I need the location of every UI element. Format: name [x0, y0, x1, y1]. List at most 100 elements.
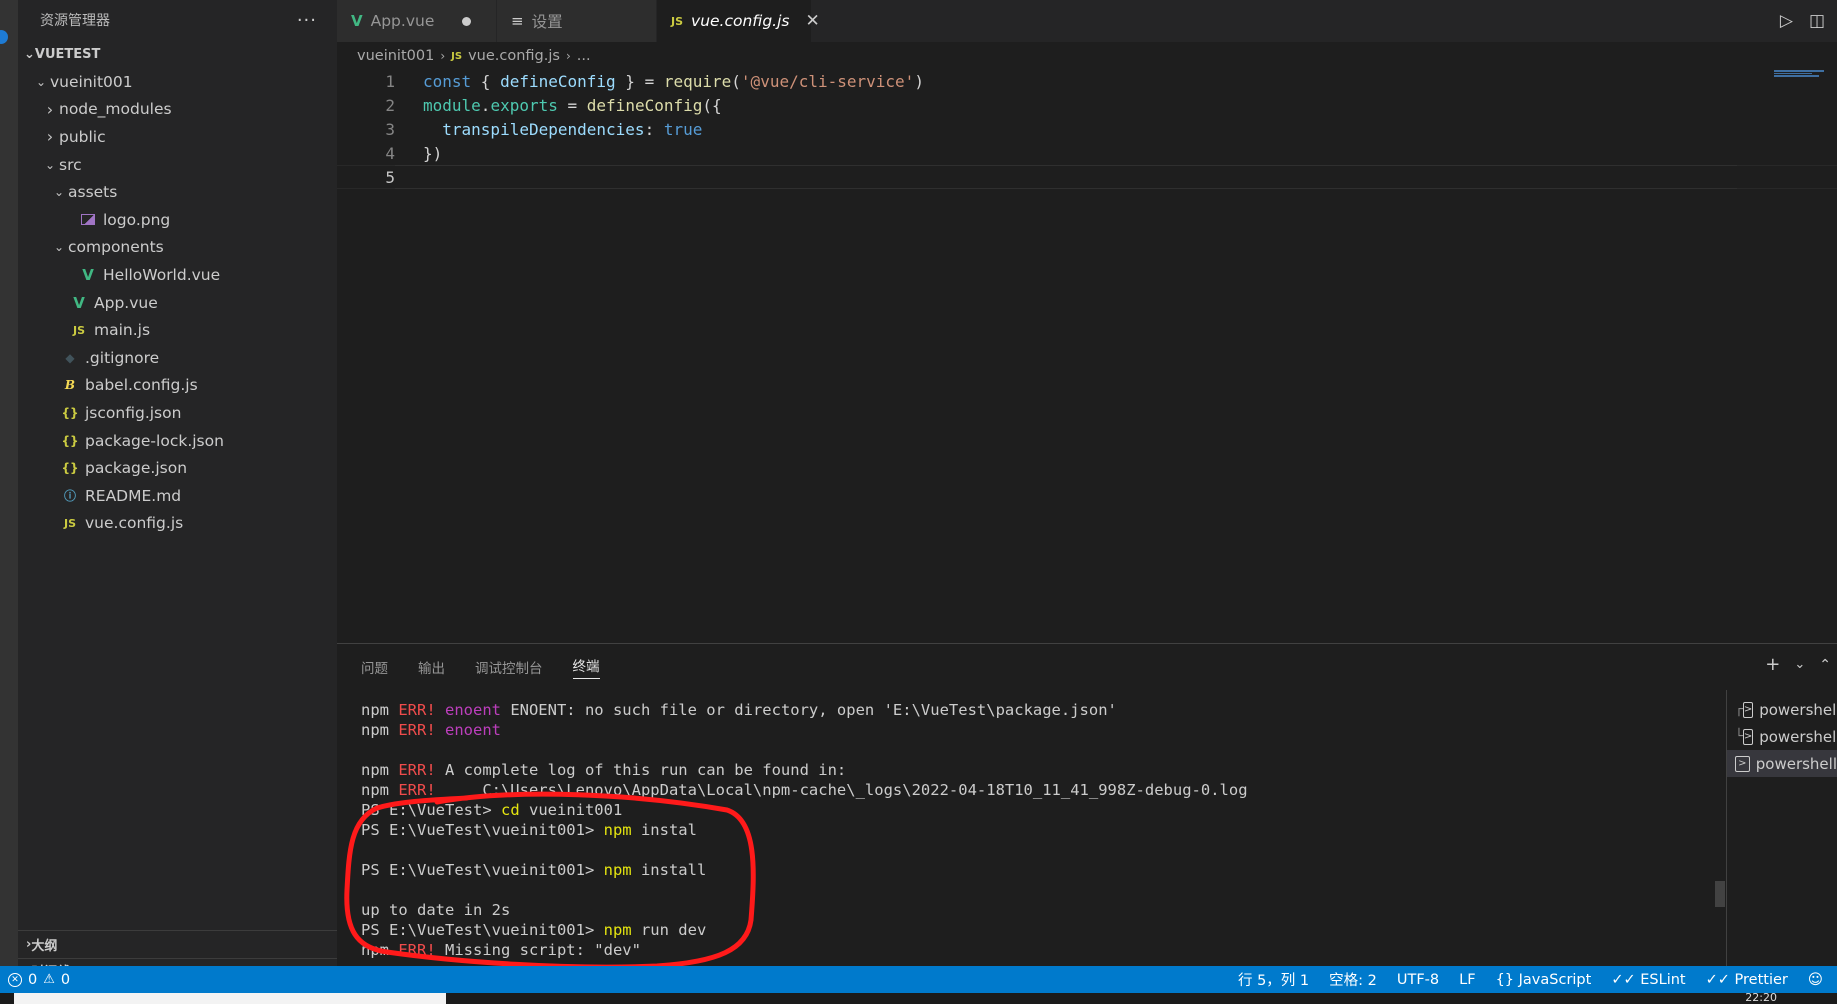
terminal-line: up to date in 2s [361, 901, 511, 919]
terminal-line: npm ERR! Missing script: "dev" [361, 941, 641, 959]
breadcrumb-folder[interactable]: vueinit001 [357, 48, 434, 64]
terminal-scrollbar[interactable] [1715, 881, 1725, 907]
cursor-position[interactable]: 行 5，列 1 [1238, 969, 1309, 990]
indentation[interactable]: 空格: 2 [1329, 969, 1377, 990]
unsaved-dot-icon[interactable] [462, 16, 472, 26]
tree-item[interactable]: V App.vue [18, 289, 337, 317]
chevron-right-icon: › [565, 49, 571, 63]
eslint-status[interactable]: ✓✓ ESLint [1611, 972, 1685, 988]
tree-item-label: logo.png [103, 210, 171, 229]
tree-item[interactable]: {} package-lock.json [18, 427, 337, 455]
tab-output[interactable]: 输出 [418, 657, 445, 677]
tree-item[interactable]: ⌄ components [18, 234, 337, 262]
breadcrumb-symbol[interactable]: ... [577, 48, 591, 64]
encoding[interactable]: UTF-8 [1397, 972, 1439, 988]
os-taskbar: 22:20 [0, 991, 1837, 1004]
chevron-down-icon[interactable]: ⌄ [1794, 657, 1805, 672]
tree-item[interactable]: Bbabel.config.js [18, 372, 337, 400]
tree-item-label: package-lock.json [85, 431, 224, 450]
tree-item[interactable]: › public [18, 123, 337, 151]
tab-label: 设置 [531, 13, 563, 31]
new-terminal-icon[interactable]: + [1765, 654, 1780, 675]
tree-item[interactable]: ⌄ src [18, 151, 337, 179]
split-editor-icon[interactable]: ◫ [1809, 11, 1825, 31]
code-text [395, 165, 1737, 189]
timeline-section[interactable]: › 时间线 [18, 958, 337, 980]
taskbar-clock: 22:20 [1745, 991, 1777, 1004]
tree-item[interactable]: {} jsconfig.json [18, 399, 337, 427]
more-actions-icon[interactable]: ··· [297, 10, 317, 31]
tree-item[interactable]: logo.png [18, 206, 337, 234]
terminal-instance[interactable]: └ > powershell [1727, 723, 1837, 750]
close-icon[interactable]: ✕ [805, 11, 819, 31]
tree-item-label: package.json [85, 459, 188, 478]
run-icon[interactable]: ▷ [1780, 11, 1793, 31]
tab-debug-console[interactable]: 调试控制台 [475, 657, 543, 677]
explorer-sidebar: 资源管理器 ··· ⌄ VUETEST ⌄ vueinit001 › node_mod… [18, 0, 337, 980]
editor-actions: ▷ ◫ [1780, 0, 1825, 42]
babel-file-icon: B [64, 378, 76, 393]
terminal-line: PS E:\VueTest\vueinit001> npm instal [361, 821, 697, 839]
terminal-instance[interactable]: ┌ > powershell [1727, 696, 1837, 723]
workspace-root[interactable]: ⌄ VUETEST [18, 40, 337, 68]
code-text: transpileDependencies: true [423, 119, 703, 139]
chevron-down-icon: ⌄ [35, 74, 47, 89]
line-number: 4 [385, 143, 395, 163]
tree-item[interactable]: JS main.js [18, 316, 337, 344]
breadcrumb-file[interactable]: vue.config.js [468, 48, 560, 64]
tree-item[interactable]: {} package.json [18, 454, 337, 482]
tree-item[interactable]: V HelloWorld.vue [18, 261, 337, 289]
terminal-icon: > [1735, 755, 1750, 772]
terminal-instance-selected[interactable]: > powershell [1727, 750, 1837, 777]
tab-label: App.vue [370, 12, 435, 30]
chevron-down-icon: ⌄ [53, 185, 65, 200]
notification-badge [0, 30, 8, 44]
taskbar-search[interactable] [14, 993, 446, 1004]
chevron-right-icon: › [46, 99, 54, 119]
panel-actions: + ⌄ ⌃ [1765, 654, 1831, 675]
code-editor[interactable]: 1 const { defineConfig } = require('@vue… [337, 70, 1837, 189]
tree-item[interactable]: › node_modules [18, 96, 337, 124]
tab-settings[interactable]: ≡ 设置 [497, 0, 657, 42]
tab-bar: V App.vue ≡ 设置 JS vue.config.js ✕ ▷ ◫ [337, 0, 1837, 42]
tab-vue-config-js[interactable]: JS vue.config.js ✕ [657, 0, 820, 42]
tab-terminal[interactable]: 终端 [572, 655, 600, 679]
tree-item-label: jsconfig.json [85, 403, 182, 422]
minimap[interactable] [1774, 70, 1829, 78]
tree-item[interactable]: ◆ .gitignore [18, 344, 337, 372]
terminal-list: ┌ > powershell └ > powershell > powershe… [1726, 690, 1837, 967]
terminal-output[interactable]: npm ERR! enoent ENOENT: no such file or … [361, 700, 1721, 960]
prettier-status[interactable]: ✓✓ Prettier [1706, 972, 1788, 988]
js-file-icon: JS [63, 516, 76, 530]
outline-section[interactable]: › 大纲 [18, 930, 337, 958]
code-text: const { defineConfig } = require('@vue/c… [423, 72, 924, 92]
terminal-line: npm ERR! enoent ENOENT: no such file or … [361, 701, 1117, 719]
feedback-icon[interactable]: ☺ [1808, 972, 1823, 988]
tree-item[interactable]: ⌄ vueinit001 [18, 68, 337, 96]
json-file-icon: {} [61, 461, 79, 476]
code-text: }) [423, 143, 443, 163]
language-mode[interactable]: {} JavaScript [1496, 972, 1592, 988]
maximize-panel-icon[interactable]: ⌃ [1819, 657, 1831, 673]
terminal-line: PS E:\VueTest\vueinit001> npm run dev [361, 921, 707, 939]
braces-icon: {} [1495, 971, 1515, 988]
status-bar: ✕ 0 ⚠ 0 行 5，列 1 空格: 2 UTF-8 LF {} JavaSc… [0, 966, 1837, 993]
tree-item-label: components [68, 238, 164, 257]
problems-status[interactable]: ✕ 0 ⚠ 0 [0, 972, 70, 988]
tree-item[interactable]: JS vue.config.js [18, 510, 337, 538]
terminal-line: PS E:\VueTest\vueinit001> npm install [361, 861, 707, 879]
js-file-icon: JS [671, 14, 684, 28]
tab-label: vue.config.js [691, 12, 790, 30]
workspace-root-label: VUETEST [34, 46, 101, 62]
tab-app-vue[interactable]: V App.vue [337, 0, 497, 42]
settings-file-icon: ≡ [511, 12, 524, 30]
explorer-title: 资源管理器 [40, 13, 110, 29]
tree-item-label: vueinit001 [50, 72, 133, 91]
tree-item[interactable]: ⓘ README.md [18, 482, 337, 510]
code-line: 2 module.exports = defineConfig({ [337, 94, 1837, 118]
tree-item[interactable]: ⌄ assets [18, 178, 337, 206]
tab-problems[interactable]: 问题 [361, 657, 388, 677]
end-of-line[interactable]: LF [1459, 972, 1475, 988]
